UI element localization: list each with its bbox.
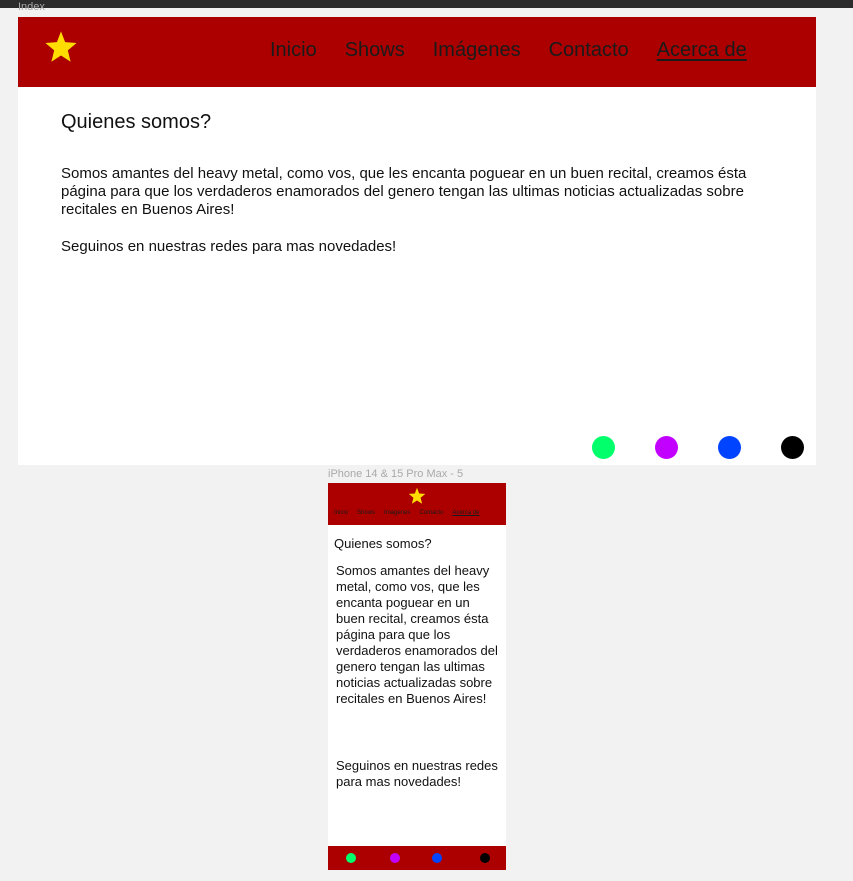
mobile-social-blue-dot[interactable] bbox=[432, 853, 442, 863]
mobile-nav-link-inicio[interactable]: Inicio bbox=[334, 510, 348, 516]
desktop-frame-label[interactable]: Index bbox=[18, 1, 45, 13]
social-green-dot[interactable] bbox=[592, 436, 615, 459]
nav-link-imagenes[interactable]: Imágenes bbox=[433, 38, 521, 62]
mobile-frame-label[interactable]: iPhone 14 & 15 Pro Max - 5 bbox=[328, 468, 463, 480]
social-black-dot[interactable] bbox=[781, 436, 804, 459]
nav-links: Inicio Shows Imágenes Contacto Acerca de bbox=[270, 38, 747, 62]
mobile-nav-link-shows[interactable]: Shows bbox=[357, 510, 375, 516]
mobile-nav-links: Inicio Shows Imágenes Contacto Acerca de bbox=[334, 510, 479, 516]
mobile-nav-link-imagenes[interactable]: Imágenes bbox=[384, 510, 410, 516]
mobile-page-title: Quienes somos? bbox=[334, 536, 432, 551]
nav-link-inicio[interactable]: Inicio bbox=[270, 38, 317, 62]
star-icon[interactable] bbox=[408, 487, 426, 505]
mobile-frame: Inicio Shows Imágenes Contacto Acerca de… bbox=[328, 483, 506, 870]
mobile-nav-link-contacto[interactable]: Contacto bbox=[419, 510, 443, 516]
mobile-navbar: Inicio Shows Imágenes Contacto Acerca de bbox=[328, 483, 506, 525]
editor-top-bar bbox=[0, 0, 853, 8]
mobile-social-black-dot[interactable] bbox=[480, 853, 490, 863]
mobile-social-purple-dot[interactable] bbox=[390, 853, 400, 863]
mobile-nav-link-acerca-de[interactable]: Acerca de bbox=[452, 510, 479, 516]
nav-link-acerca-de[interactable]: Acerca de bbox=[657, 38, 747, 62]
social-purple-dot[interactable] bbox=[655, 436, 678, 459]
social-blue-dot[interactable] bbox=[718, 436, 741, 459]
nav-link-contacto[interactable]: Contacto bbox=[549, 38, 629, 62]
desktop-frame: Inicio Shows Imágenes Contacto Acerca de… bbox=[18, 17, 816, 465]
mobile-social-cta-text: Seguinos en nuestras redes para mas nove… bbox=[336, 758, 498, 789]
mobile-footer bbox=[328, 846, 506, 870]
mobile-social-green-dot[interactable] bbox=[346, 853, 356, 863]
nav-link-shows[interactable]: Shows bbox=[345, 38, 405, 62]
page-title: Quienes somos? bbox=[61, 111, 212, 133]
mobile-about-paragraph: Somos amantes del heavy metal, como vos,… bbox=[336, 563, 498, 706]
about-paragraph: Somos amantes del heavy metal, como vos,… bbox=[61, 165, 747, 218]
star-icon[interactable] bbox=[44, 30, 78, 64]
social-cta-text: Seguinos en nuestras redes para mas nove… bbox=[61, 238, 397, 255]
navbar: Inicio Shows Imágenes Contacto Acerca de bbox=[18, 17, 816, 87]
